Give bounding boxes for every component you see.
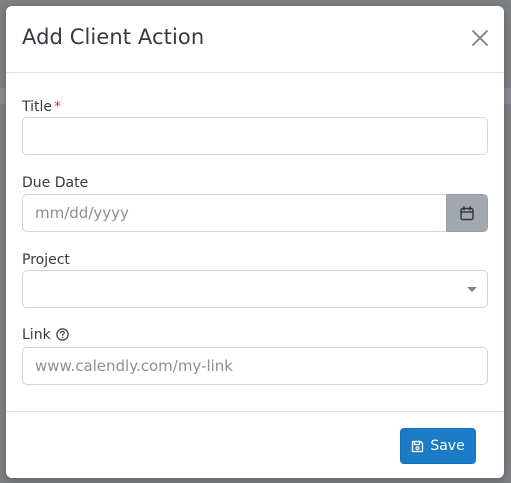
modal-footer: Save	[6, 411, 504, 478]
help-circle-icon[interactable]	[55, 328, 69, 345]
project-label: Project	[22, 252, 70, 268]
link-input[interactable]	[22, 347, 488, 385]
due-date-input[interactable]	[22, 194, 447, 232]
caret-down-icon	[467, 287, 477, 292]
calendar-icon	[460, 205, 474, 220]
link-label-text: Link	[22, 327, 51, 343]
save-icon	[412, 440, 424, 452]
title-label: Title *	[22, 99, 61, 115]
title-input[interactable]	[22, 117, 488, 155]
modal-title: Add Client Action	[22, 25, 205, 49]
due-date-group	[22, 194, 488, 232]
project-select[interactable]	[22, 270, 488, 308]
add-client-action-modal: Add Client Action Title * Due Date mm/dd…	[6, 6, 504, 478]
title-label-text: Title	[22, 99, 53, 115]
required-mark: *	[54, 99, 62, 115]
save-button-label: Save	[430, 438, 465, 454]
due-date-label: Due Date	[22, 175, 89, 191]
link-label: Link	[22, 327, 69, 345]
date-picker-button[interactable]	[446, 194, 488, 232]
modal-header: Add Client Action	[6, 6, 504, 73]
close-button[interactable]	[470, 28, 490, 48]
close-icon	[472, 30, 488, 46]
save-button[interactable]: Save	[400, 428, 476, 464]
